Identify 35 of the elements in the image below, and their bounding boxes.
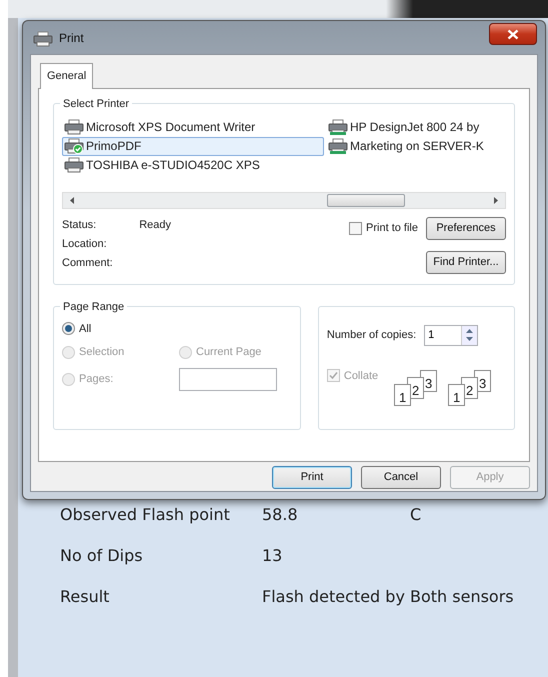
printer-item[interactable]: HP DesignJet 800 24 by [326,118,504,136]
field-label: Result [60,586,110,608]
printer-item[interactable]: PrimoPDF [62,136,324,156]
checkmark-icon [328,371,338,380]
radio-button[interactable]: All [62,320,179,337]
field-label: Observed Flash point [60,504,231,526]
close-button[interactable] [489,23,537,45]
horizontal-scrollbar[interactable] [62,192,506,208]
page-number: 1 [394,384,412,406]
printer-item[interactable]: Marketing on SERVER-K [326,136,504,156]
field-value: 58.8 [262,504,299,526]
printer-item[interactable]: TOSHIBA e-STUDIO4520C XPS [62,156,324,174]
field-value: 13 [262,545,284,567]
printer-icon [33,29,53,47]
close-icon [507,28,519,40]
page-number: 1 [448,384,466,406]
field-label: No of Dips [60,545,144,567]
field-value: Flash detected by Both sensors [262,586,514,608]
field-label: Location: [62,236,107,252]
field-value: Ready [139,218,172,232]
window-title: Print [59,30,84,47]
field-label: Comment: [62,256,113,270]
print-to-file-checkbox[interactable]: Print to file [349,220,418,236]
dialog-button[interactable]: Cancel [361,466,441,488]
field-label: Status: [62,218,96,232]
unit-label: C [410,504,422,526]
find-printer-button[interactable]: Find Printer... [426,250,506,274]
scroll-thumb[interactable] [327,194,405,206]
printer-item[interactable]: Microsoft XPS Document Writer [62,118,324,136]
dialog-button[interactable]: Print [272,466,352,488]
field-label: Number of copies: [326,328,416,343]
copies-spinbox[interactable]: 1 [424,324,478,346]
preferences-button[interactable]: Preferences [426,216,506,240]
pages-field[interactable] [179,368,277,390]
tab[interactable]: General [40,63,94,88]
